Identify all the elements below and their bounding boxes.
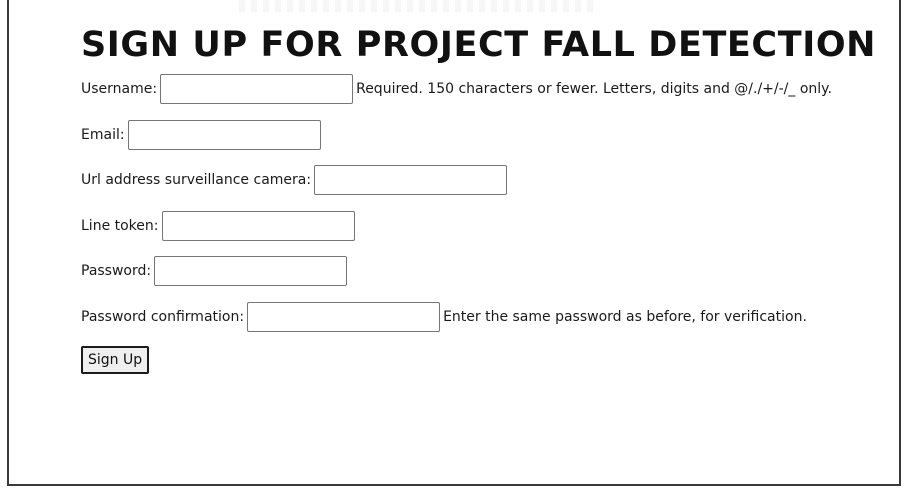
line-token-row: Line token: [81,210,908,242]
signup-form: SIGN UP FOR PROJECT FALL DETECTION Usern… [81,20,908,374]
email-label: Email: [81,126,125,143]
page-title: SIGN UP FOR PROJECT FALL DETECTION [81,25,877,65]
password-confirmation-row: Password confirmation: Enter the same pa… [81,301,908,333]
password-input[interactable] [154,256,348,286]
password-row: Password: [81,255,908,287]
line-token-input[interactable] [161,210,355,241]
username-input[interactable] [160,74,354,104]
password-confirmation-help-text: Enter the same password as before, for v… [443,308,807,325]
camera-url-row: Url address surveillance camera: [81,164,908,196]
username-help-text: Required. 150 characters or fewer. Lette… [356,81,832,97]
sign-up-button[interactable]: Sign Up [81,346,150,374]
email-input[interactable] [127,119,321,150]
username-row: Username: Required. 150 characters or fe… [81,73,908,105]
camera-url-input[interactable] [314,165,508,195]
email-row: Email: [81,119,908,151]
password-label: Password: [81,263,152,279]
header-watermark [239,0,599,12]
password-confirmation-input[interactable] [247,301,441,332]
submit-row: Sign Up [81,346,908,374]
line-token-label: Line token: [81,217,159,234]
camera-url-label: Url address surveillance camera: [81,172,312,188]
username-label: Username: [81,81,158,97]
password-confirmation-label: Password confirmation: [81,308,245,325]
